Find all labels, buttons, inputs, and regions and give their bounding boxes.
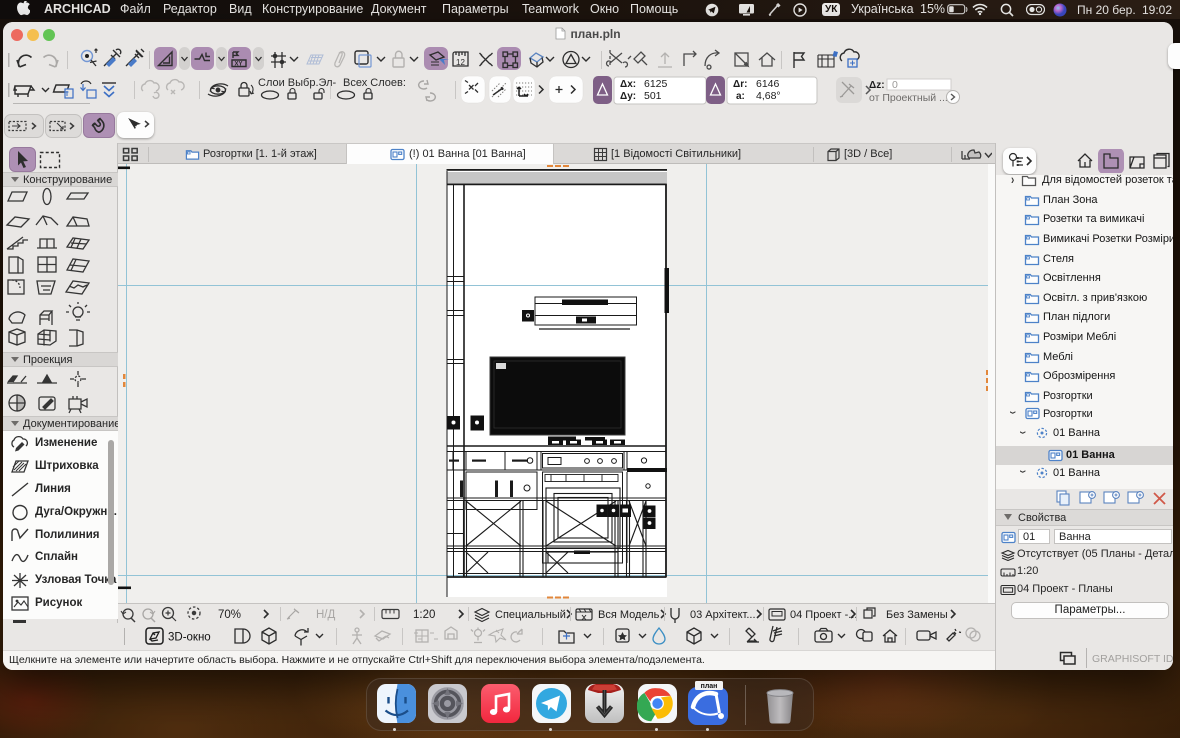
svg-text:Н/Д: Н/Д <box>316 609 336 621</box>
svg-text:Δr:: Δr: <box>733 79 747 90</box>
svg-text:Без Замены: Без Замены <box>886 609 948 621</box>
svg-text:0: 0 <box>892 79 898 91</box>
svg-text:Δz:: Δz: <box>869 80 885 91</box>
svg-text:1:20: 1:20 <box>413 609 435 621</box>
svg-text:04 Проект -...: 04 Проект -... <box>790 609 857 621</box>
svg-text:03 Архітект...: 03 Архітект... <box>690 609 756 621</box>
svg-text:Всех Слоев:: Всех Слоев: <box>343 77 406 89</box>
svg-text:501: 501 <box>644 90 662 102</box>
svg-text:план: план <box>701 683 718 690</box>
svg-text:Слои Выбр.Эл-: Слои Выбр.Эл- <box>258 77 336 89</box>
svg-text:3D-окно: 3D-окно <box>168 632 211 644</box>
svg-text:Специальный: Специальный <box>495 609 566 621</box>
svg-text:6146: 6146 <box>756 78 780 90</box>
svg-text:6125: 6125 <box>644 78 668 90</box>
svg-text:70%: 70% <box>218 609 241 621</box>
svg-text:Вся Модель: Вся Модель <box>598 609 660 621</box>
svg-text:Δx:: Δx: <box>620 79 636 90</box>
svg-text:Δy:: Δy: <box>620 91 636 102</box>
svg-text:4,68°: 4,68° <box>756 90 781 102</box>
svg-text:12: 12 <box>456 58 465 67</box>
svg-text:XY: XY <box>235 62 243 68</box>
svg-text:a:: a: <box>736 91 745 102</box>
svg-text:от Проектный ...: от Проектный ... <box>869 92 948 104</box>
